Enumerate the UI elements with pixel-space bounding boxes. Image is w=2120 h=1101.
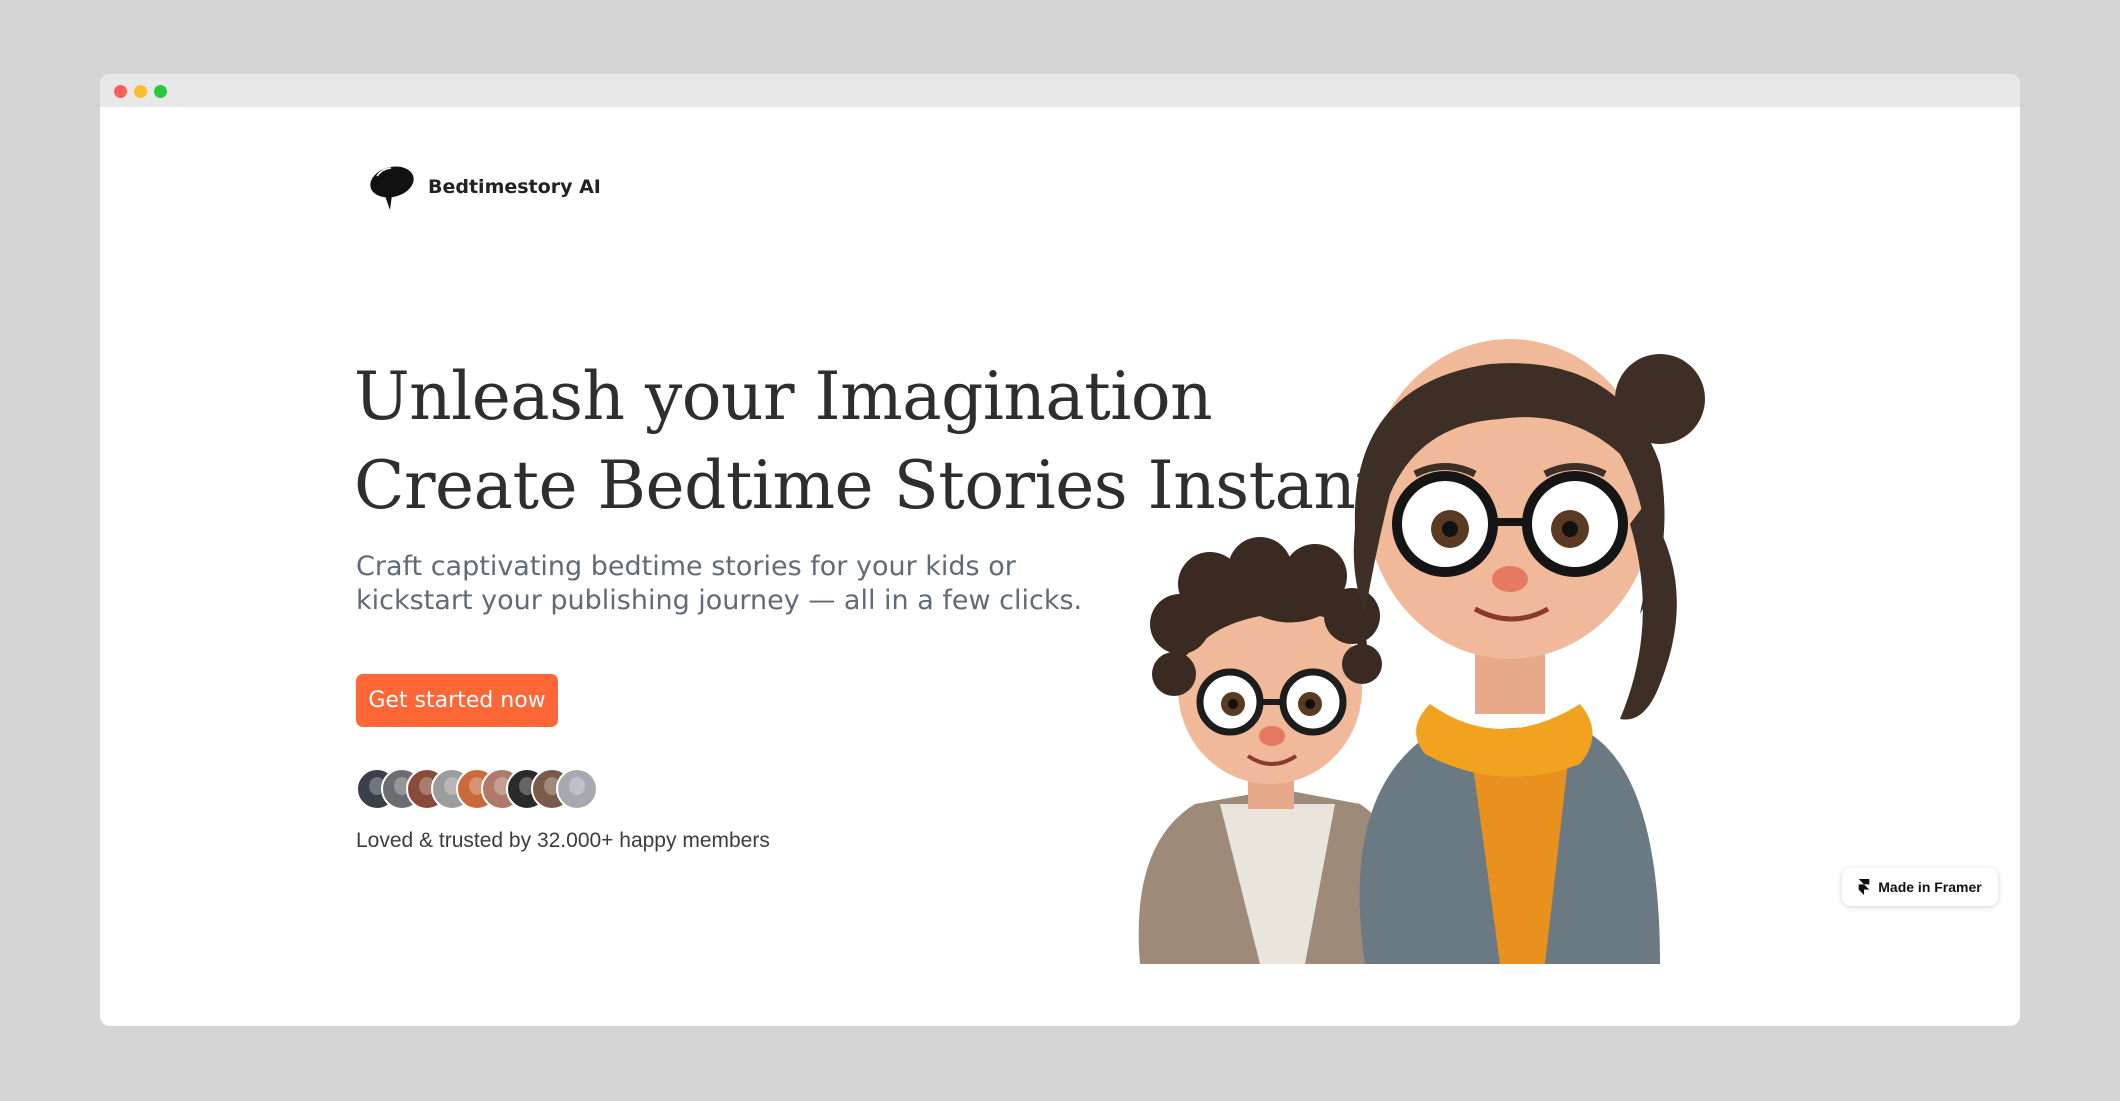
made-in-framer-badge[interactable]: Made in Framer [1842, 868, 1998, 906]
window-titlebar [100, 74, 2020, 107]
member-avatars [356, 768, 598, 810]
framer-icon [1858, 879, 1870, 895]
minimize-window-button[interactable] [134, 85, 147, 98]
kids-illustration [1138, 339, 1705, 964]
subtitle-line-1: Craft captivating bedtime stories for yo… [356, 551, 1016, 582]
girl-character [1353, 339, 1705, 964]
subtitle-line-2: kickstart your publishing journey — all … [356, 585, 1083, 616]
brand-logo[interactable]: Bedtimestory AI [364, 160, 601, 214]
trust-text: Loved & trusted by 32.000+ happy members [356, 829, 770, 852]
hero-subtitle: Craft captivating bedtime stories for yo… [356, 550, 1082, 618]
avatar [556, 768, 598, 810]
badge-label: Made in Framer [1878, 879, 1982, 895]
browser-window: Bedtimestory AI Unleash your Imagination… [100, 74, 2020, 1026]
get-started-button[interactable]: Get started now [356, 674, 558, 727]
close-window-button[interactable] [114, 85, 127, 98]
maximize-window-button[interactable] [154, 85, 167, 98]
speech-bubble-icon [370, 166, 414, 210]
brand-name: Bedtimestory AI [428, 176, 601, 198]
